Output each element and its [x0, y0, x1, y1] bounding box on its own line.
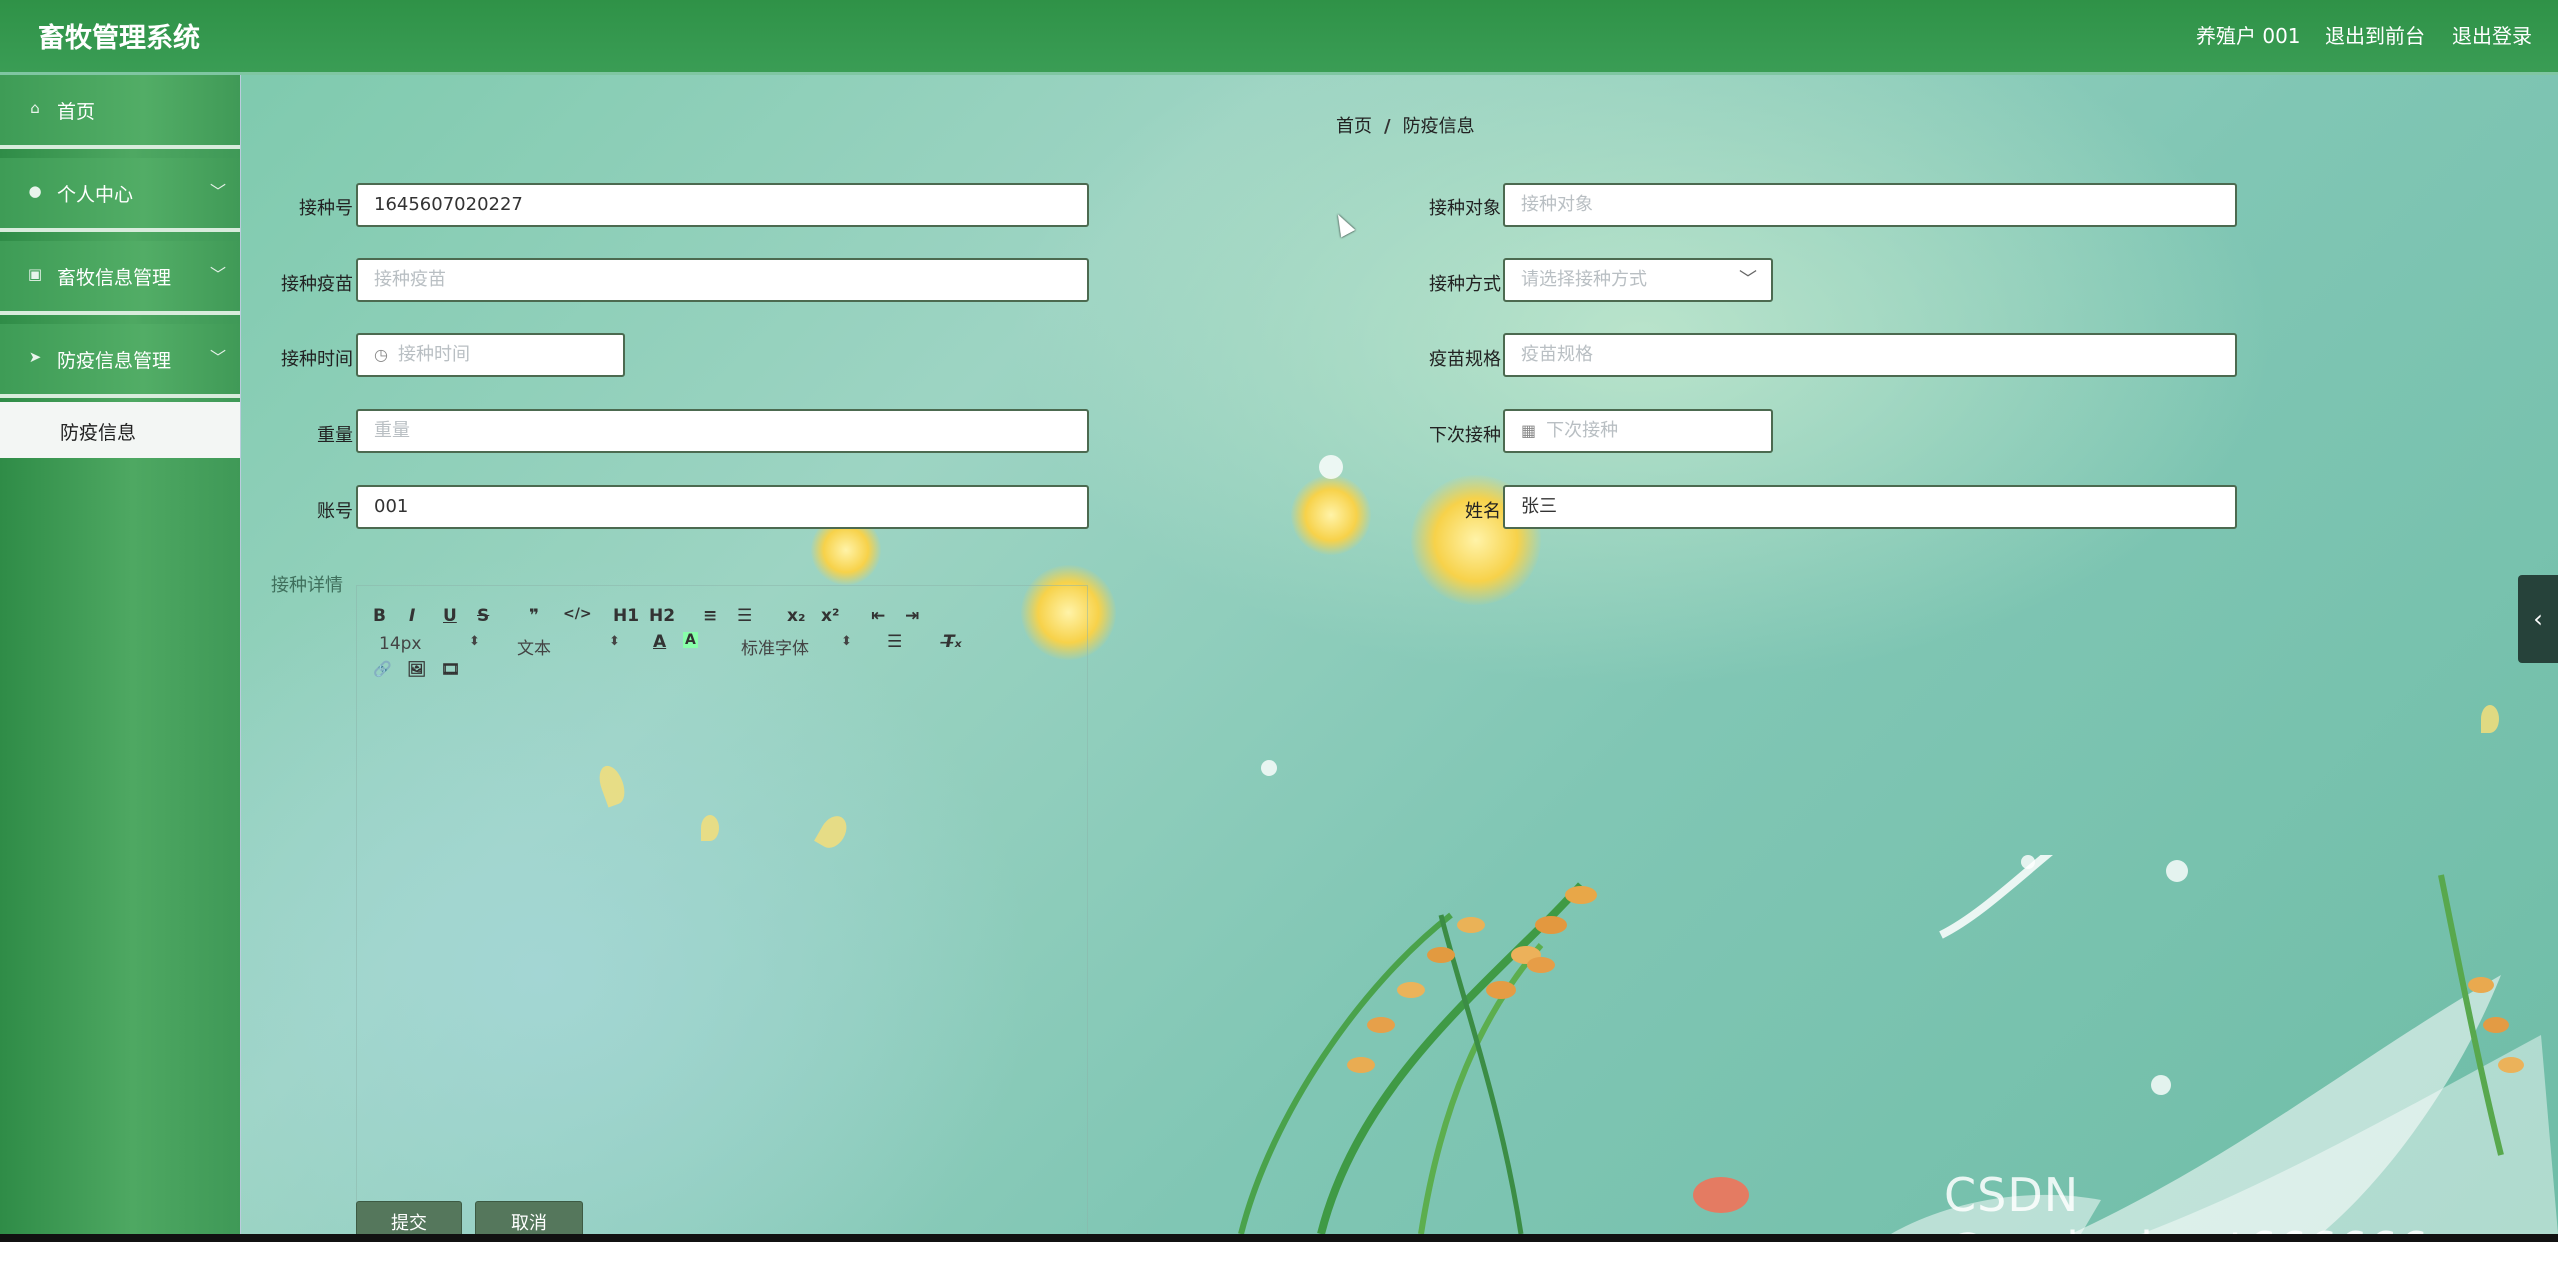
blockquote-icon[interactable]: ❞	[529, 606, 539, 626]
chevron-updown-icon: ⬍	[609, 634, 620, 649]
field-label-next-vaccination: 下次接种	[1429, 425, 1501, 446]
weight-input[interactable]: 重量	[356, 409, 1089, 453]
sidebar-item-label: 首页	[57, 101, 96, 123]
code-block-icon[interactable]: </>	[563, 606, 592, 622]
field-label-spec: 疫苗规格	[1429, 349, 1501, 370]
user-label[interactable]: 养殖户 001	[2196, 20, 2301, 49]
link-icon[interactable]: 🔗	[373, 660, 392, 678]
account-input[interactable]: 001	[356, 485, 1089, 529]
sidebar-subitem-epidemic-info[interactable]: 防疫信息	[0, 402, 240, 458]
breadcrumb-home[interactable]: 首页	[1336, 116, 1372, 137]
breadcrumb-separator: /	[1384, 116, 1391, 137]
field-label-details: 接种详情	[271, 575, 343, 596]
breadcrumb: 首页 / 防疫信息	[1336, 112, 1475, 138]
vaccine-input[interactable]: 接种疫苗	[356, 258, 1089, 302]
calendar-icon: ▦	[1521, 421, 1537, 440]
vaccination-time-placeholder: 接种时间	[397, 344, 470, 365]
chevron-left-icon: ‹	[2533, 605, 2543, 633]
sidebar-item-label: 防疫信息管理	[57, 350, 172, 372]
indent-icon[interactable]: ⇥	[905, 606, 919, 626]
italic-icon[interactable]: I	[409, 606, 415, 626]
clipboard-icon: ▣	[27, 265, 43, 283]
field-label-vaccination-time: 接种时间	[281, 349, 353, 370]
sidebar-item-epidemic-management[interactable]: ➤ 防疫信息管理 ﹀	[0, 324, 240, 398]
strikethrough-icon[interactable]: S	[477, 606, 489, 626]
video-icon[interactable]: 🎞	[441, 660, 460, 678]
chevron-down-icon: ﹀	[209, 182, 226, 201]
field-label-method: 接种方式	[1429, 274, 1501, 295]
next-vaccination-placeholder: 下次接种	[1546, 420, 1619, 441]
sidebar-subitem-label: 防疫信息	[60, 422, 137, 444]
chevron-updown-icon: ⬍	[469, 634, 480, 649]
superscript-icon[interactable]: x²	[821, 606, 839, 626]
cancel-button[interactable]: 取消	[475, 1201, 583, 1234]
method-select[interactable]: 请选择接种方式 ﹀	[1503, 258, 1773, 302]
sidebar-item-personal-center[interactable]: ● 个人中心 ﹀	[0, 158, 240, 232]
image-icon[interactable]: 🖼	[407, 660, 426, 678]
clear-format-icon[interactable]: T̶ₓ	[943, 632, 962, 652]
watermark: CSDN @springboot666666	[1944, 1168, 2430, 1276]
petal-decoration	[2481, 705, 2499, 733]
breadcrumb-current: 防疫信息	[1402, 116, 1475, 137]
sidebar: ⌂ 首页 ● 个人中心 ﹀ ▣ 畜牧信息管理 ﹀ ➤ 防疫信息管理 ﹀ 防疫信息	[0, 75, 241, 1234]
bottom-border	[0, 1234, 2558, 1242]
flower-decoration	[1291, 475, 1371, 555]
bold-icon[interactable]: B	[373, 606, 386, 626]
underline-icon[interactable]: U	[443, 606, 457, 626]
chevron-down-icon: ﹀	[209, 348, 226, 367]
clock-icon: ◷	[374, 345, 388, 364]
font-family-select[interactable]: 标准字体	[741, 634, 809, 659]
next-vaccination-picker[interactable]: ▦ 下次接种	[1503, 409, 1773, 453]
name-input[interactable]: 张三	[1503, 485, 2237, 529]
text-color-icon[interactable]: A	[653, 632, 666, 652]
outdent-icon[interactable]: ⇤	[871, 606, 885, 626]
vaccination-no-input[interactable]: 1645607020227	[356, 183, 1089, 227]
chevron-down-icon: ﹀	[1739, 269, 1757, 290]
logout-link[interactable]: 退出登录	[2452, 20, 2532, 49]
sidebar-item-label: 个人中心	[57, 184, 134, 206]
main-content: 首页 / 防疫信息 接种号 1645607020227 接种疫苗 接种疫苗 接种时间…	[241, 75, 2558, 1234]
background-color-icon[interactable]: A	[683, 632, 698, 648]
method-select-placeholder: 请选择接种方式	[1521, 269, 1647, 290]
field-label-account: 账号	[317, 501, 353, 522]
sidebar-item-label: 畜牧信息管理	[57, 267, 172, 289]
mouse-cursor	[1330, 210, 1356, 238]
sidebar-item-home[interactable]: ⌂ 首页	[0, 75, 240, 149]
chevron-updown-icon: ⬍	[841, 634, 852, 649]
sidebar-item-livestock-management[interactable]: ▣ 畜牧信息管理 ﹀	[0, 241, 240, 315]
field-label-target: 接种对象	[1429, 198, 1501, 219]
spec-input[interactable]: 疫苗规格	[1503, 333, 2237, 377]
field-label-vaccination-no: 接种号	[299, 198, 353, 219]
target-input[interactable]: 接种对象	[1503, 183, 2237, 227]
bullet-list-icon[interactable]: ☰	[737, 606, 752, 626]
send-icon: ➤	[28, 348, 42, 366]
app-title: 畜牧管理系统	[38, 23, 200, 54]
chevron-down-icon: ﹀	[209, 265, 226, 284]
field-label-weight: 重量	[317, 425, 353, 446]
ordered-list-icon[interactable]: ≡	[703, 606, 717, 626]
heading1-icon[interactable]: H1	[613, 606, 639, 626]
bubble-decoration	[1319, 455, 1343, 479]
subscript-icon[interactable]: x₂	[787, 606, 805, 626]
align-icon[interactable]: ☰	[887, 632, 902, 652]
user-icon: ●	[28, 182, 42, 200]
vaccination-time-picker[interactable]: ◷ 接种时间	[356, 333, 625, 377]
top-navbar: 畜牧管理系统 养殖户 001 退出到前台 退出登录	[0, 0, 2558, 75]
field-label-vaccine: 接种疫苗	[281, 274, 353, 295]
heading2-icon[interactable]: H2	[649, 606, 675, 626]
text-format-select[interactable]: 文本	[517, 634, 551, 659]
exit-to-front-link[interactable]: 退出到前台	[2325, 20, 2425, 49]
rich-text-editor[interactable]: B I U S ❞ </> H1 H2 ≡ ☰ x₂ x² ⇤ ⇥ 14px ⬍…	[356, 585, 1088, 1234]
font-size-select[interactable]: 14px	[379, 634, 421, 654]
field-label-name: 姓名	[1465, 501, 1501, 522]
submit-button[interactable]: 提交	[356, 1201, 462, 1234]
home-icon: ⌂	[30, 99, 40, 117]
side-panel-toggle[interactable]: ‹	[2518, 575, 2558, 663]
bubble-decoration	[1261, 760, 1277, 776]
